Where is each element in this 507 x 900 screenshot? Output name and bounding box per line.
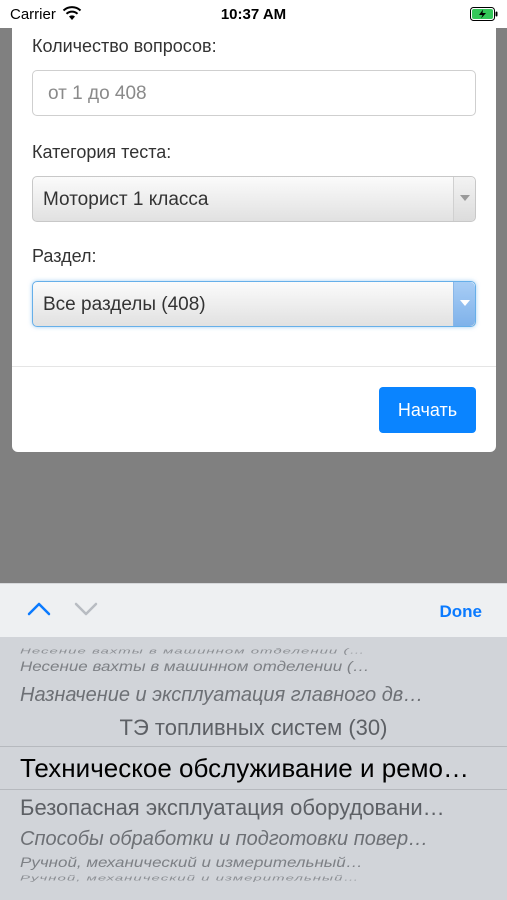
category-select-arrow	[453, 177, 475, 221]
picker-row-selected[interactable]: Техническое обслуживание и ремо…	[20, 753, 500, 784]
section-select[interactable]: Все разделы (408)	[32, 281, 476, 327]
questions-count-input[interactable]: от 1 до 408	[32, 70, 476, 116]
picker-row[interactable]: Ручной, механический и измерительный…	[20, 855, 500, 871]
category-select[interactable]: Моторист 1 класса	[32, 176, 476, 222]
section-select-value: Все разделы (408)	[43, 294, 206, 315]
chevron-down-icon	[460, 195, 470, 201]
picker-selection-top-line	[0, 746, 507, 747]
chevron-up-icon[interactable]	[27, 601, 51, 617]
category-select-value: Моторист 1 класса	[43, 189, 209, 210]
section-select-arrow	[453, 282, 475, 326]
clock: 10:37 AM	[220, 6, 287, 23]
picker-row[interactable]: ТЭ топливных систем (30)	[0, 715, 507, 741]
picker-row[interactable]: Несение вахты в машинном отделении (…	[20, 659, 500, 675]
chevron-down-icon	[460, 300, 470, 306]
test-settings-modal: Количество вопросов: от 1 до 408 Категор…	[12, 26, 496, 452]
section-picker-wheel[interactable]: Несение вахты в машинном отделении (… Не…	[0, 637, 507, 900]
start-button[interactable]: Начать	[379, 387, 476, 433]
picker-row[interactable]: Назначение и эксплуатация главного дв…	[20, 684, 500, 707]
picker-row[interactable]: Несение вахты в машинном отделении (…	[20, 647, 500, 656]
battery-charging-icon	[470, 7, 498, 21]
picker-row[interactable]: Ручной, механический и измерительный…	[20, 874, 500, 883]
questions-count-label: Количество вопросов:	[32, 36, 217, 56]
keyboard-accessory-toolbar: Done	[0, 583, 507, 637]
section-label: Раздел:	[32, 246, 97, 266]
status-bar: Carrier 10:37 AM	[0, 0, 507, 28]
modal-footer-divider	[12, 366, 496, 367]
questions-count-placeholder: от 1 до 408	[48, 83, 147, 104]
picker-row[interactable]: Способы обработки и подготовки повер…	[20, 828, 500, 851]
picker-row[interactable]: Безопасная эксплуатация оборудовани…	[20, 795, 500, 821]
picker-selection-bottom-line	[0, 789, 507, 790]
chevron-down-icon[interactable]	[74, 601, 98, 617]
done-button[interactable]: Done	[440, 602, 483, 622]
category-label: Категория теста:	[32, 142, 172, 162]
